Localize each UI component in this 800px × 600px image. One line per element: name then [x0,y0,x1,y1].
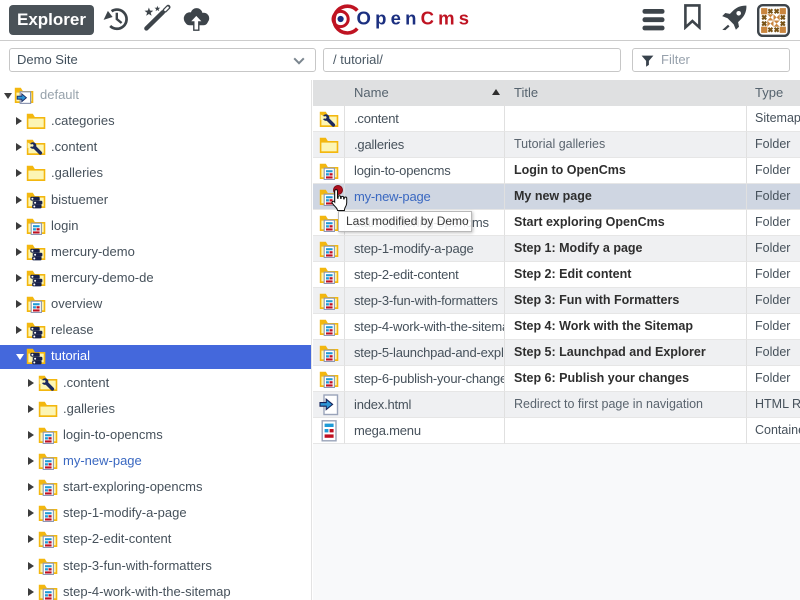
svg-text:OpenCms: OpenCms [357,8,474,29]
